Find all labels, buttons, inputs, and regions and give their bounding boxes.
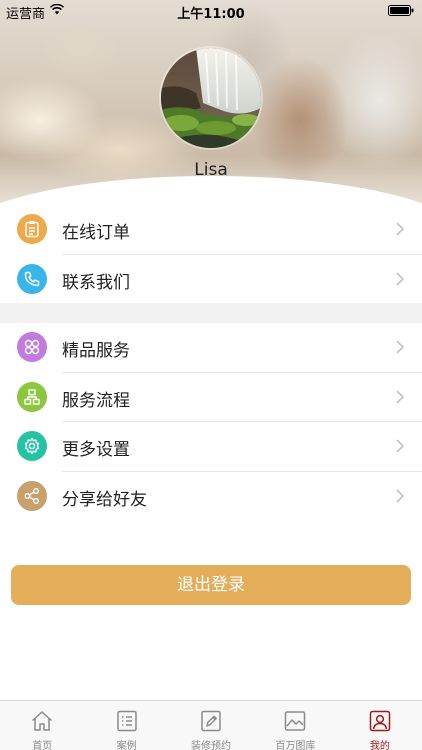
waterfall-photo-avatar [161, 48, 261, 148]
status-time: 上午11:00 [177, 7, 245, 22]
picture-icon [285, 711, 306, 731]
tab-home[interactable]: 首页 [0, 701, 84, 750]
menu-item-label: 更多设置 [62, 440, 130, 460]
tab-label: 我的 [369, 741, 390, 750]
gear-icon [17, 431, 47, 461]
chevron-right-icon [396, 439, 404, 453]
tab-booking[interactable]: 装修预约 [169, 701, 253, 750]
chevron-right-icon [396, 488, 404, 503]
menu-item-label: 在线订单 [62, 223, 130, 243]
menu-item-share-with-friends[interactable]: 分享给好友 [0, 472, 422, 522]
tab-gallery[interactable]: 百万图库 [253, 701, 337, 750]
logout-button[interactable]: 退出登录 [11, 565, 411, 605]
tab-label: 首页 [32, 741, 53, 750]
tab-label: 案例 [116, 741, 137, 750]
menu-item-service-process[interactable]: 服务流程 [0, 373, 422, 422]
menu-group-orders: 在线订单 联系我们 [0, 205, 422, 304]
tab-label: 百万图库 [275, 741, 316, 750]
menu-item-label: 精品服务 [62, 341, 130, 361]
user-icon [369, 710, 391, 732]
chevron-right-icon [396, 271, 404, 286]
tab-label: 装修预约 [191, 741, 232, 750]
menu-group-services: 精品服务 服务流程 更多设置 分享给好友 [0, 323, 422, 521]
menu-item-premium-services[interactable]: 精品服务 [0, 323, 422, 373]
flowchart-icon [17, 381, 47, 412]
chevron-right-icon [396, 389, 404, 404]
clipboard-icon [17, 214, 47, 244]
menu-item-label: 联系我们 [62, 272, 130, 293]
bottom-tab-bar: 首页 案例 装修预约 百万图库 我的 [0, 700, 422, 750]
menu-item-label: 分享给好友 [62, 489, 147, 510]
avatar[interactable] [161, 48, 261, 148]
tab-mine[interactable]: 我的 [338, 701, 422, 750]
phone-icon [17, 263, 47, 294]
tab-cases[interactable]: 案例 [84, 701, 168, 750]
username: Lisa [194, 160, 228, 180]
chevron-right-icon [396, 222, 404, 236]
pencil-icon [201, 710, 221, 732]
battery-icon [388, 5, 414, 16]
menu-item-contact-us[interactable]: 联系我们 [0, 255, 422, 305]
menu-item-online-orders[interactable]: 在线订单 [0, 205, 422, 255]
list-icon [116, 710, 137, 732]
section-gap [0, 303, 422, 323]
chevron-right-icon [396, 340, 404, 354]
house-icon [32, 711, 53, 731]
menu-item-more-settings[interactable]: 更多设置 [0, 422, 422, 472]
status-bar: 运营商 上午11:00 [0, 0, 422, 22]
profile-header: 运营商 上午11:00 Lisa [0, 0, 422, 206]
menu-item-label: 服务流程 [62, 390, 130, 411]
share-icon [17, 480, 47, 511]
grid-flower-icon [17, 332, 47, 362]
